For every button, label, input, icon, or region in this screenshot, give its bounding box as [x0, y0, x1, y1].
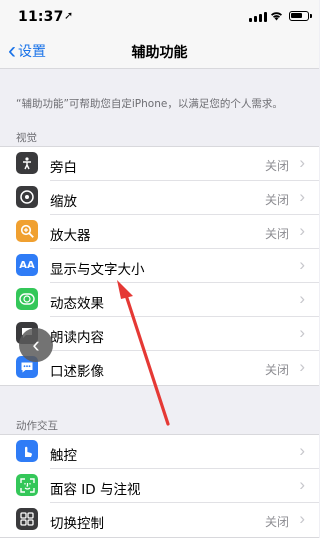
- annotation-arrow: [117, 280, 170, 426]
